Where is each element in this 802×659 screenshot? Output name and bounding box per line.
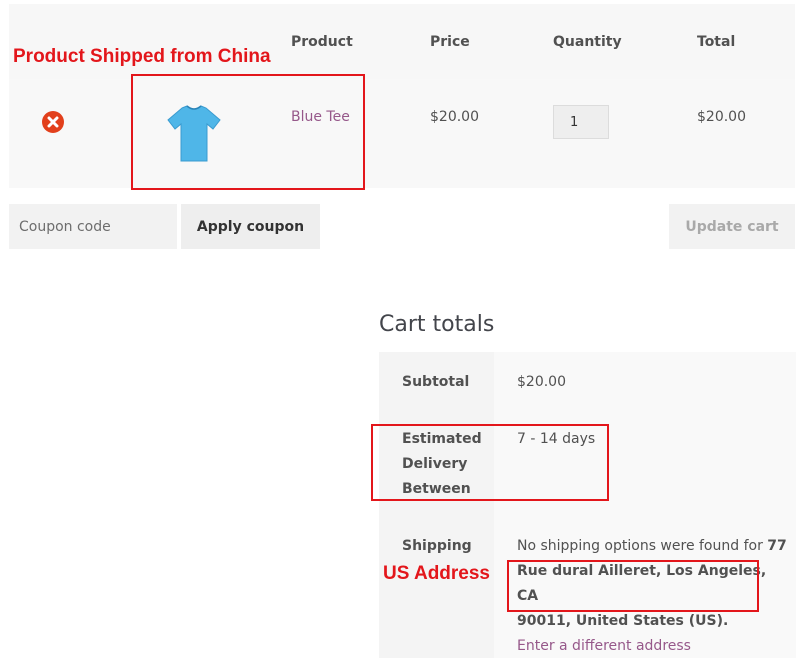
annotation-product-box xyxy=(131,74,365,190)
shipping-label: Shipping xyxy=(402,538,472,554)
cart-item-row xyxy=(9,79,795,188)
subtotal-value: $20.00 xyxy=(517,374,566,390)
item-price: $20.00 xyxy=(430,109,479,125)
enter-different-address-link[interactable]: Enter a different address xyxy=(517,634,787,659)
annotation-address-box xyxy=(507,560,759,612)
header-quantity: Quantity xyxy=(553,34,622,50)
annotation-product-shipped: Product Shipped from China xyxy=(13,46,271,67)
header-total: Total xyxy=(697,34,736,50)
remove-item-icon[interactable] xyxy=(42,111,64,133)
quantity-input[interactable] xyxy=(553,105,609,139)
header-price: Price xyxy=(430,34,470,50)
cart-totals-title: Cart totals xyxy=(379,312,495,337)
coupon-code-input[interactable] xyxy=(9,204,177,249)
header-product: Product xyxy=(291,34,353,50)
annotation-delivery-box xyxy=(371,424,609,501)
annotation-us-address: US Address xyxy=(383,563,490,584)
subtotal-label: Subtotal xyxy=(402,374,470,390)
update-cart-button[interactable]: Update cart xyxy=(669,204,795,249)
totals-label-column xyxy=(379,352,494,658)
item-total: $20.00 xyxy=(697,109,746,125)
apply-coupon-button[interactable]: Apply coupon xyxy=(181,204,320,249)
